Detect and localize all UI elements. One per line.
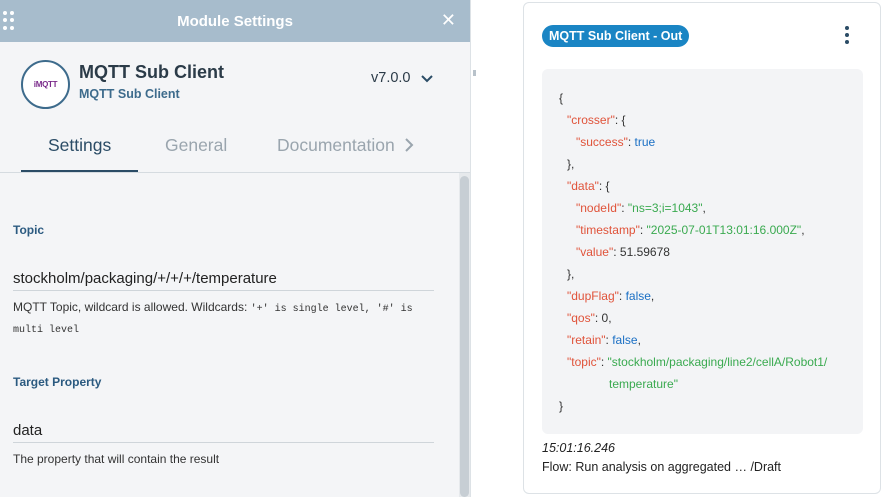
topic-help: MQTT Topic, wildcard is allowed. Wildcar…	[13, 298, 433, 340]
tab-settings[interactable]: Settings	[48, 135, 111, 156]
json-line: },	[567, 157, 575, 171]
target-property-label: Target Property	[13, 375, 102, 389]
topic-input[interactable]	[13, 267, 434, 291]
json-line: "data": {	[567, 179, 610, 193]
json-line: "value": 51.59678	[576, 245, 670, 259]
more-options-icon[interactable]	[842, 26, 852, 46]
tab-bar: Settings General Documentation	[0, 125, 470, 173]
module-name: MQTT Sub Client	[79, 62, 224, 82]
chevron-right-icon[interactable]	[403, 137, 415, 153]
tab-general[interactable]: General	[165, 135, 227, 156]
json-line: "nodeId": "ns=3;i=1043",	[576, 201, 706, 215]
version-select[interactable]: v7.0.0	[371, 70, 411, 86]
topic-help-text: MQTT Topic, wildcard is allowed. Wildcar…	[13, 300, 251, 314]
tab-documentation[interactable]: Documentation	[277, 135, 395, 156]
module-logo-text: iMQTT	[33, 80, 58, 89]
chevron-down-icon[interactable]	[420, 72, 434, 86]
app-root: Module Settings ✕ iMQTT MQTT Sub Client …	[0, 0, 886, 497]
json-line: temperature"	[609, 377, 678, 391]
json-line: "retain": false,	[567, 333, 641, 347]
output-badge: MQTT Sub Client - Out	[542, 25, 690, 47]
json-line: {	[559, 91, 564, 105]
message-timestamp: 15:01:16.246	[542, 441, 615, 455]
json-line: "success": true	[576, 135, 656, 149]
json-line: "topic": "stockholm/packaging/line2/cell…	[567, 355, 828, 369]
module-subtitle: MQTT Sub Client	[79, 87, 180, 101]
json-line: }	[559, 399, 564, 413]
module-settings-panel: Module Settings ✕ iMQTT MQTT Sub Client …	[0, 0, 470, 497]
target-property-help: The property that will contain the resul…	[13, 452, 220, 466]
panel-header: Module Settings ✕	[0, 0, 470, 42]
splitter-grip	[473, 70, 476, 76]
drag-handle-icon[interactable]	[3, 11, 15, 31]
scrollbar-thumb[interactable]	[460, 176, 469, 497]
json-line: "timestamp": "2025-07-01T13:01:16.000Z",	[576, 223, 805, 237]
module-logo: iMQTT	[21, 60, 70, 109]
topic-label: Topic	[13, 223, 45, 237]
target-property-input[interactable]	[13, 419, 434, 443]
json-line: "qos": 0,	[567, 311, 612, 325]
json-line: "crosser": {	[567, 113, 626, 127]
close-icon[interactable]: ✕	[441, 9, 456, 31]
tabs-divider	[0, 172, 470, 173]
flow-label: Flow: Run analysis on aggregated … /Draf…	[542, 460, 782, 474]
json-line: "dupFlag": false,	[567, 289, 655, 303]
json-line: },	[567, 267, 575, 281]
panel-title: Module Settings	[177, 12, 293, 30]
